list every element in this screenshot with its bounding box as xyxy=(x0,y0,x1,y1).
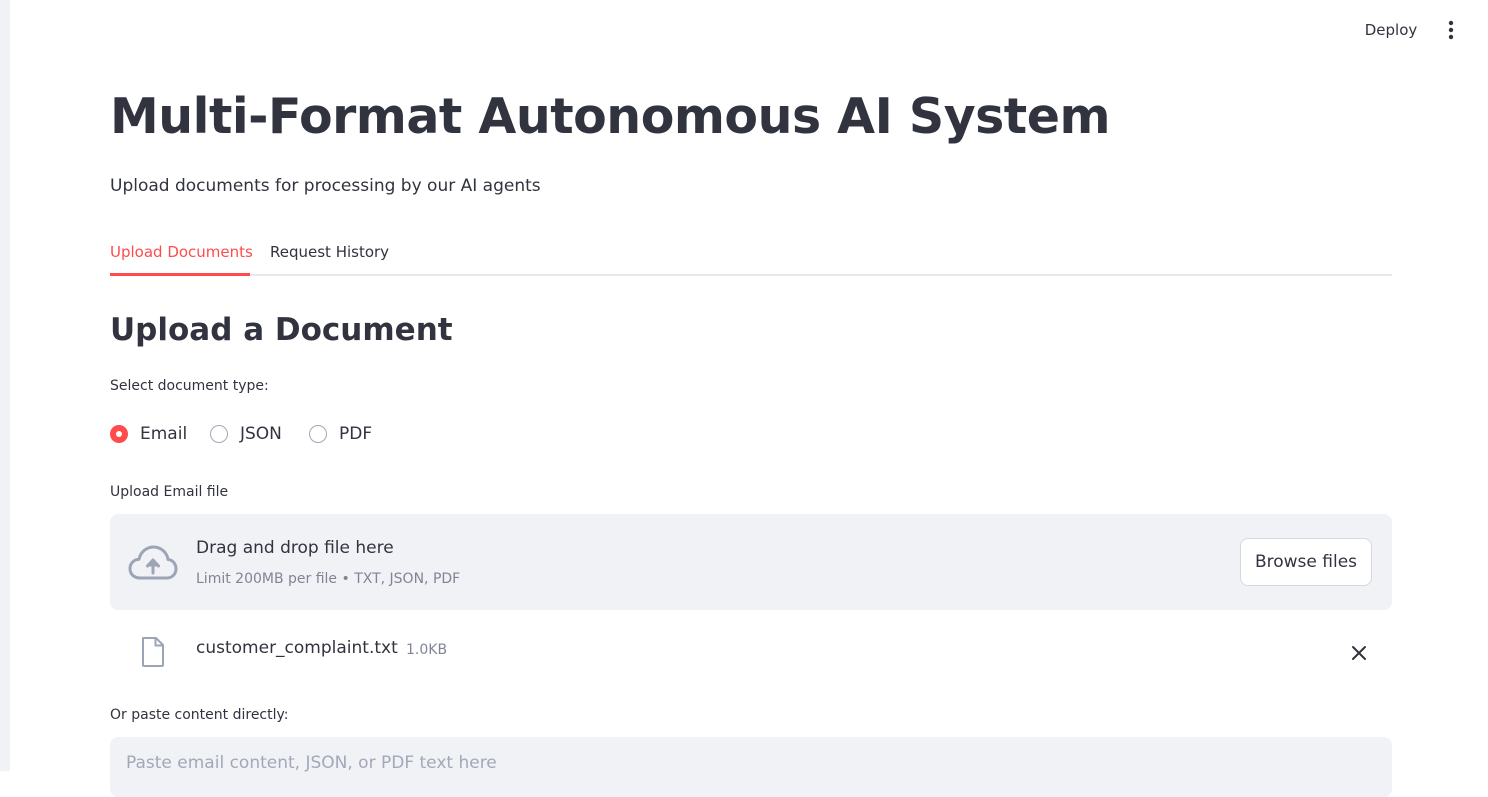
paste-content-label: Or paste content directly: xyxy=(110,707,289,723)
more-vertical-icon xyxy=(1448,20,1454,40)
deploy-button[interactable]: Deploy xyxy=(1350,14,1432,46)
uploaded-file-row: customer_complaint.txt 1.0KB xyxy=(110,626,1392,676)
doc-type-label: Select document type: xyxy=(110,378,269,394)
left-edge-strip xyxy=(0,0,10,771)
cloud-upload-icon xyxy=(128,545,178,580)
paste-content-textarea[interactable] xyxy=(110,737,1392,797)
dropzone-limit-text: Limit 200MB per file • TXT, JSON, PDF xyxy=(196,571,461,587)
radio-label-pdf: PDF xyxy=(339,424,373,444)
uploaded-file-size: 1.0KB xyxy=(406,642,448,658)
file-icon xyxy=(142,637,164,667)
radio-indicator xyxy=(309,425,327,443)
close-icon xyxy=(1352,646,1366,660)
file-dropzone[interactable]: Drag and drop file here Limit 200MB per … xyxy=(110,514,1392,610)
radio-json[interactable]: JSON xyxy=(210,422,282,446)
radio-email[interactable]: Email xyxy=(110,422,187,446)
page-subtitle: Upload documents for processing by our A… xyxy=(110,176,541,196)
radio-indicator xyxy=(110,425,128,443)
section-title: Upload a Document xyxy=(110,312,453,348)
dropzone-instructions: Drag and drop file here xyxy=(196,538,394,558)
radio-pdf[interactable]: PDF xyxy=(309,422,372,446)
tab-request-history[interactable]: Request History xyxy=(270,230,390,274)
radio-label-email: Email xyxy=(140,424,188,444)
main-menu-button[interactable] xyxy=(1436,14,1466,46)
tab-bar: Upload Documents Request History xyxy=(110,230,1392,276)
uploaded-file-name: customer_complaint.txt xyxy=(196,638,398,658)
page-title: Multi-Format Autonomous AI System xyxy=(110,88,1111,145)
radio-indicator xyxy=(210,425,228,443)
tab-upload-documents[interactable]: Upload Documents xyxy=(110,230,253,276)
radio-label-json: JSON xyxy=(240,424,282,444)
remove-file-button[interactable] xyxy=(1344,638,1374,668)
browse-files-button[interactable]: Browse files xyxy=(1240,538,1372,586)
uploader-label: Upload Email file xyxy=(110,484,229,500)
